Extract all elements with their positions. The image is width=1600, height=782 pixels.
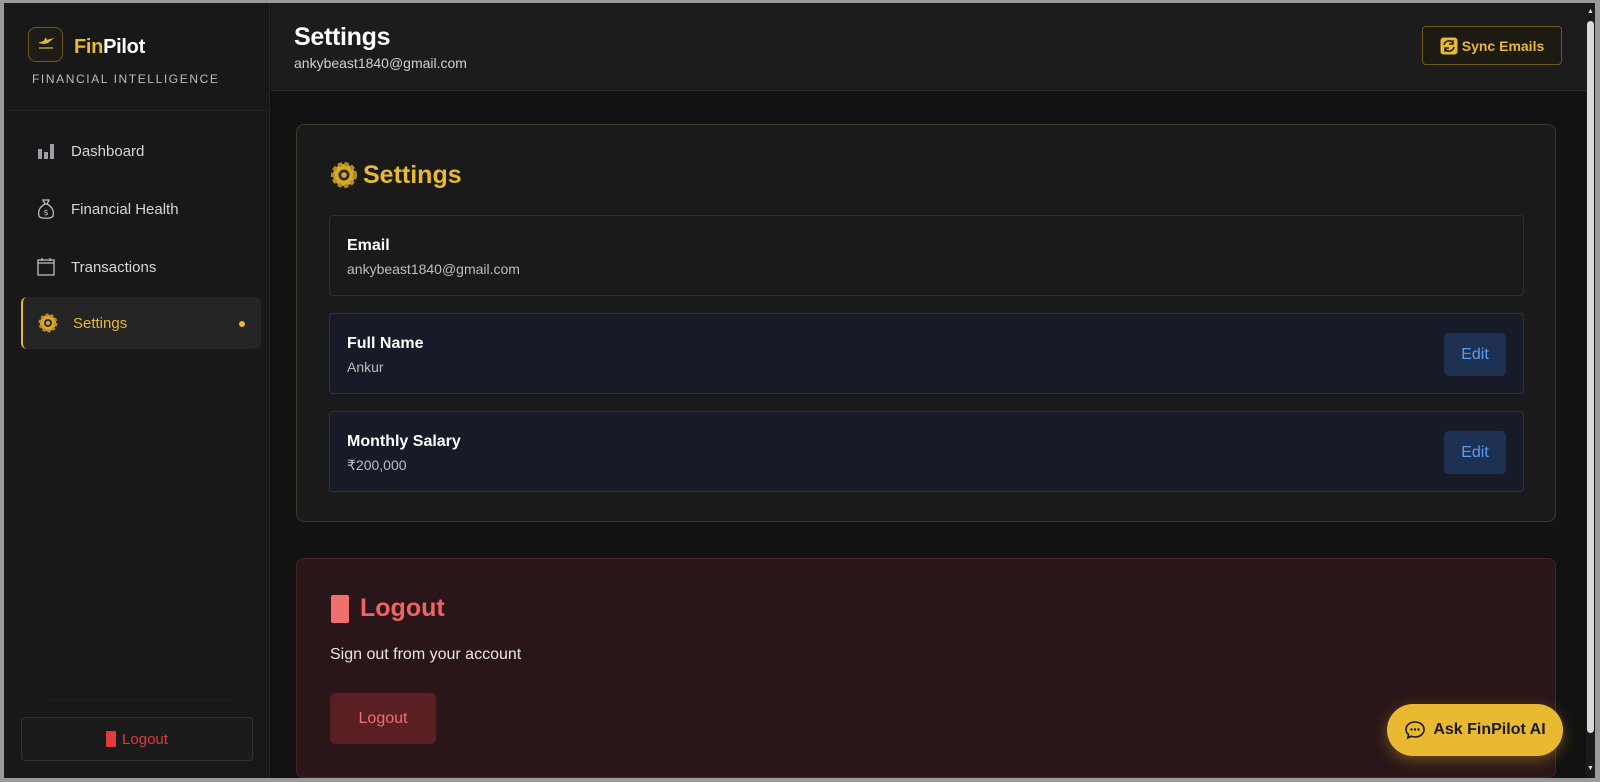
sidebar-divider <box>4 110 269 111</box>
monthly-salary-label: Monthly Salary <box>347 433 461 450</box>
scroll-down-arrow-icon[interactable]: ▼ <box>1587 765 1594 773</box>
ask-finpilot-ai-button[interactable]: Ask FinPilot AI <box>1387 704 1563 756</box>
sidebar-item-dashboard[interactable]: Dashboard <box>21 125 261 177</box>
top-header: Settings ankybeast1840@gmail.com Sync Em… <box>271 3 1586 91</box>
email-value: ankybeast1840@gmail.com <box>347 261 520 277</box>
logout-card: Logout Sign out from your account Logout <box>296 558 1556 778</box>
logout-icon <box>331 594 349 623</box>
sidebar-item-label: Dashboard <box>71 142 145 160</box>
logout-icon <box>106 731 117 747</box>
brand-name-pilot: Pilot <box>103 36 145 58</box>
svg-text:$: $ <box>43 208 48 217</box>
sidebar-item-financial-health[interactable]: $ Financial Health <box>21 183 261 235</box>
monthly-salary-value: ₹200,000 <box>347 457 407 473</box>
monthly-salary-row: Monthly Salary ₹200,000 Edit <box>329 411 1524 492</box>
scroll-up-arrow-icon[interactable]: ▲ <box>1587 8 1594 16</box>
settings-card-title: Settings <box>329 160 462 190</box>
brand-name-fin: Fin <box>74 36 104 58</box>
email-label: Email <box>347 237 390 254</box>
sync-icon <box>1440 37 1458 55</box>
full-name-value: Ankur <box>347 359 384 375</box>
full-name-label: Full Name <box>347 335 424 352</box>
finpilot-logo-icon <box>28 27 63 62</box>
sidebar-item-label: Settings <box>73 314 128 332</box>
sidebar-bottom-divider <box>44 700 234 701</box>
sync-emails-button[interactable]: Sync Emails <box>1422 26 1562 65</box>
edit-monthly-salary-button[interactable]: Edit <box>1444 431 1506 474</box>
settings-card: Settings Email ankybeast1840@gmail.com F… <box>296 124 1556 522</box>
scrollbar-thumb[interactable] <box>1587 21 1594 733</box>
sidebar-logout-button[interactable]: Logout <box>21 717 253 761</box>
active-indicator-dot <box>239 321 245 327</box>
logout-button[interactable]: Logout <box>330 693 436 744</box>
settings-card-title-text: Settings <box>363 160 462 189</box>
sidebar-item-settings[interactable]: Settings <box>21 297 261 349</box>
gear-icon <box>37 312 59 334</box>
vertical-scrollbar[interactable]: ▲ ▼ <box>1586 3 1595 778</box>
brand-name: FinPilot <box>74 36 145 59</box>
bar-chart-icon <box>35 140 57 162</box>
sidebar-item-transactions[interactable]: Transactions <box>21 241 261 293</box>
page-title: Settings <box>294 23 391 51</box>
sync-emails-label: Sync Emails <box>1461 37 1545 54</box>
app-window: FinPilot FINANCIAL INTELLIGENCE Dashboar… <box>4 3 1595 778</box>
full-name-row: Full Name Ankur Edit <box>329 313 1524 394</box>
calendar-icon <box>35 256 57 278</box>
sidebar: FinPilot FINANCIAL INTELLIGENCE Dashboar… <box>4 3 270 778</box>
sidebar-logout-label: Logout <box>122 730 168 748</box>
user-email: ankybeast1840@gmail.com <box>294 55 467 71</box>
sidebar-item-label: Transactions <box>71 258 157 276</box>
brand-tagline: FINANCIAL INTELLIGENCE <box>32 72 220 86</box>
sidebar-item-label: Financial Health <box>71 200 179 218</box>
chat-bubble-icon <box>1404 719 1426 741</box>
money-bag-icon: $ <box>35 198 57 220</box>
email-row: Email ankybeast1840@gmail.com <box>329 215 1524 296</box>
gear-icon <box>329 160 359 190</box>
ask-finpilot-ai-label: Ask FinPilot AI <box>1433 721 1546 738</box>
logout-description: Sign out from your account <box>330 646 522 663</box>
edit-full-name-button[interactable]: Edit <box>1444 333 1506 376</box>
logout-card-title: Logout <box>331 594 445 623</box>
logout-card-title-text: Logout <box>360 594 445 622</box>
